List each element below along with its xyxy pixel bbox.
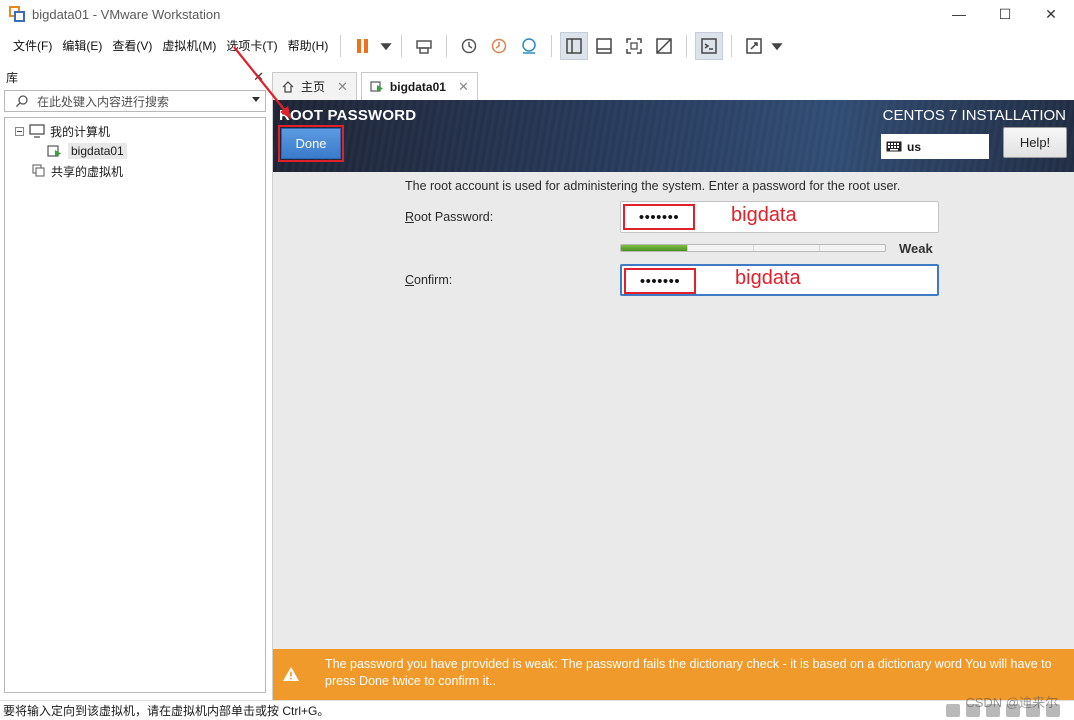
tree-label-shared: 共享的虚拟机 — [51, 164, 124, 179]
thumbnail-bar-icon[interactable] — [590, 32, 618, 60]
csdn-watermark: CSDN @迪来尔 — [965, 695, 1058, 710]
menu-toolbar: 文件(F) 编辑(E) 查看(V) 虚拟机(M) 选项卡(T) 帮助(H) — [0, 28, 1074, 64]
password-strength-bar — [620, 244, 886, 252]
menu-view[interactable]: 查看(V) — [107, 35, 157, 57]
vm-tab-icon — [370, 80, 383, 92]
close-library-icon[interactable]: ✕ — [253, 69, 264, 85]
confirm-password-input[interactable]: ••••••• bigdata — [620, 264, 939, 296]
unity-icon[interactable] — [650, 32, 678, 60]
close-tab-home-icon[interactable]: ✕ — [337, 79, 348, 95]
computer-icon — [29, 124, 45, 138]
root-password-value: ••••••• — [623, 204, 695, 230]
library-tree: 我的计算机 bigdata01 共享的虚拟机 — [4, 117, 266, 693]
page-title: ROOT PASSWORD — [279, 107, 417, 124]
product-title: CENTOS 7 INSTALLATION — [882, 107, 1066, 124]
vm-running-icon — [47, 145, 61, 157]
warning-icon — [283, 667, 299, 681]
tree-item-my-computer[interactable]: 我的计算机 — [5, 121, 265, 141]
warning-text: The password you have provided is weak: … — [325, 657, 1052, 688]
vmware-app-icon — [9, 6, 25, 22]
root-password-input[interactable]: ••••••• bigdata — [620, 201, 939, 233]
collapse-icon[interactable] — [15, 126, 24, 136]
close-window-button[interactable]: ✕ — [1028, 0, 1074, 28]
tree-label-vm: bigdata01 — [68, 143, 127, 159]
show-library-icon[interactable] — [560, 32, 589, 60]
home-icon — [282, 80, 294, 93]
vm-console[interactable]: ROOT PASSWORD CENTOS 7 INSTALLATION Done… — [272, 100, 1074, 700]
library-search-input[interactable]: 在此处键入内容进行搜索 — [4, 90, 266, 112]
hdd-icon[interactable] — [946, 704, 960, 717]
snapshot-icon[interactable] — [455, 32, 483, 60]
tab-home-label: 主页 — [301, 80, 326, 94]
power-dropdown-icon[interactable] — [379, 32, 393, 60]
minimize-button[interactable]: — — [936, 0, 982, 28]
weak-password-warning: The password you have provided is weak: … — [273, 649, 1074, 700]
tab-bigdata01[interactable]: bigdata01 ✕ — [360, 72, 478, 100]
menu-vm[interactable]: 虚拟机(M) — [157, 35, 221, 57]
done-button[interactable]: Done — [278, 125, 344, 162]
menu-edit[interactable]: 编辑(E) — [57, 35, 107, 57]
snapshot-manager-icon[interactable] — [515, 32, 543, 60]
shared-vm-icon — [32, 164, 45, 177]
keyboard-layout-indicator[interactable]: us — [881, 134, 989, 159]
menu-help[interactable]: 帮助(H) — [283, 35, 334, 57]
menu-file[interactable]: 文件(F) — [8, 35, 57, 57]
help-button[interactable]: Help! — [1003, 127, 1067, 158]
vm-tabs: 主页 ✕ bigdata01 ✕ — [272, 72, 482, 100]
library-title: 库 — [6, 70, 19, 85]
menu-tabs[interactable]: 选项卡(T) — [221, 35, 282, 57]
revert-snapshot-icon[interactable] — [485, 32, 513, 60]
confirm-annotation: bigdata — [735, 267, 801, 289]
confirm-password-label: Confirm: — [405, 273, 453, 287]
search-icon — [16, 95, 28, 107]
stretch-guest-icon[interactable] — [740, 32, 768, 60]
root-password-label: Root Password: — [405, 210, 494, 224]
password-annotation: bigdata — [731, 204, 797, 226]
keyboard-layout-label: us — [907, 139, 922, 154]
keyboard-icon — [886, 141, 902, 152]
maximize-button[interactable]: ☐ — [982, 0, 1028, 28]
status-message: 要将输入定向到该虚拟机，请在虚拟机内部单击或按 Ctrl+G。 — [3, 704, 330, 718]
pause-icon[interactable] — [349, 32, 377, 60]
window-titlebar: bigdata01 - VMware Workstation — ☐ ✕ — [0, 0, 1074, 28]
close-tab-vm-icon[interactable]: ✕ — [458, 79, 469, 95]
status-bar: 要将输入定向到该虚拟机，请在虚拟机内部单击或按 Ctrl+G。 — [0, 700, 1074, 720]
send-ctrl-alt-del-icon[interactable] — [410, 32, 438, 60]
tree-label-my-computer: 我的计算机 — [50, 124, 111, 139]
tree-item-bigdata01[interactable]: bigdata01 — [5, 141, 265, 161]
search-placeholder: 在此处键入内容进行搜索 — [37, 94, 170, 109]
stretch-dropdown-icon[interactable] — [770, 32, 784, 60]
tab-vm-label: bigdata01 — [389, 79, 446, 94]
window-title: bigdata01 - VMware Workstation — [32, 6, 221, 22]
root-description: The root account is used for administeri… — [405, 179, 901, 193]
search-dropdown-icon[interactable] — [252, 97, 260, 102]
tree-item-shared-vms[interactable]: 共享的虚拟机 — [5, 161, 265, 181]
console-view-icon[interactable] — [695, 32, 724, 60]
tab-home[interactable]: 主页 ✕ — [272, 72, 357, 100]
installer-header: ROOT PASSWORD CENTOS 7 INSTALLATION Done… — [273, 100, 1074, 172]
library-panel: 库 ✕ 在此处键入内容进行搜索 我的计算机 bigdata01 共享的虚拟机 — [0, 64, 270, 700]
password-strength-label: Weak — [899, 241, 933, 256]
confirm-password-value: ••••••• — [624, 268, 696, 294]
full-screen-icon[interactable] — [620, 32, 648, 60]
